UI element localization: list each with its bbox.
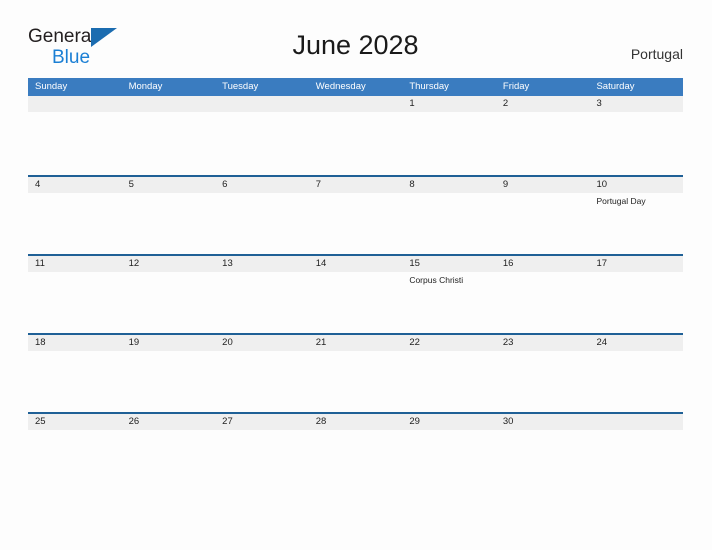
day-band: [495, 177, 590, 193]
day-cell[interactable]: 10 Portugal Day: [589, 177, 684, 254]
day-number: 1: [409, 98, 415, 109]
day-number: 11: [35, 258, 45, 269]
day-band: [402, 177, 496, 193]
day-cell[interactable]: 11: [28, 256, 122, 333]
day-cell[interactable]: [121, 96, 216, 175]
weekday-header-saturday: Saturday: [596, 81, 635, 92]
day-cell[interactable]: 16: [495, 256, 590, 333]
day-number: 13: [222, 258, 233, 269]
day-cell[interactable]: 25: [28, 414, 122, 491]
day-number: 29: [409, 416, 420, 427]
day-cell[interactable]: 24: [589, 335, 684, 412]
day-cell[interactable]: 2: [495, 96, 590, 175]
day-cell[interactable]: 7: [308, 177, 403, 254]
day-cell[interactable]: 19: [121, 335, 216, 412]
calendar-week-row: 25 26 27 28 29 30: [28, 412, 684, 491]
calendar-week-row: 18 19 20 21 22 23 24: [28, 333, 684, 412]
day-cell[interactable]: 14: [308, 256, 403, 333]
day-cell[interactable]: 8: [402, 177, 496, 254]
day-band: [215, 96, 309, 112]
day-cell[interactable]: 18: [28, 335, 122, 412]
weekday-header-tuesday: Tuesday: [222, 81, 259, 92]
day-number: 4: [35, 179, 41, 190]
day-band: [308, 96, 403, 112]
day-cell[interactable]: [589, 414, 684, 491]
day-band: [28, 96, 122, 112]
day-event: Portugal Day: [596, 196, 646, 206]
day-band: [495, 96, 590, 112]
day-cell[interactable]: 4: [28, 177, 122, 254]
day-number: 5: [128, 179, 134, 190]
day-cell[interactable]: 22: [402, 335, 496, 412]
day-number: 24: [596, 337, 608, 348]
day-cell[interactable]: 20: [215, 335, 309, 412]
day-number: 7: [315, 179, 322, 190]
day-band: [308, 177, 403, 193]
day-number: 18: [35, 337, 46, 348]
day-band: [121, 177, 216, 193]
day-band: [589, 414, 684, 430]
day-number: 17: [596, 258, 608, 269]
day-number: 2: [502, 98, 509, 109]
day-cell[interactable]: 23: [495, 335, 590, 412]
day-number: 20: [222, 337, 233, 348]
day-cell[interactable]: 15 Corpus Christi: [402, 256, 496, 333]
calendar-week-row: 11 12 13 14 15 Corpus Christi 16 17: [28, 254, 684, 333]
day-cell[interactable]: 28: [308, 414, 403, 491]
day-number: 16: [502, 258, 514, 269]
calendar-week-row: 4 5 6 7 8 9 10 Portugal Day: [28, 175, 684, 254]
calendar-grid: Sunday Monday Tuesday Wednesday Thursday…: [28, 78, 684, 491]
day-cell[interactable]: 3: [589, 96, 684, 175]
day-number: 14: [315, 258, 327, 269]
day-number: 28: [315, 416, 327, 427]
day-number: 8: [409, 179, 415, 190]
day-number: 15: [409, 258, 420, 269]
day-cell[interactable]: 30: [495, 414, 590, 491]
day-number: 3: [596, 98, 602, 109]
country-label: Portugal: [630, 46, 683, 62]
day-number: 10: [596, 179, 608, 190]
day-cell[interactable]: 21: [308, 335, 403, 412]
day-number: 26: [128, 416, 140, 427]
day-number: 19: [128, 337, 140, 348]
day-band: [589, 96, 684, 112]
day-cell[interactable]: 9: [495, 177, 590, 254]
calendar-week-row: 1 2 3: [28, 96, 684, 175]
day-cell[interactable]: 26: [121, 414, 216, 491]
weekday-header-wednesday: Wednesday: [315, 81, 366, 92]
day-number: 12: [128, 258, 140, 269]
day-cell[interactable]: 5: [121, 177, 216, 254]
day-band: [121, 96, 216, 112]
day-cell[interactable]: 27: [215, 414, 309, 491]
weekday-header-monday: Monday: [128, 81, 163, 92]
day-number: 9: [502, 179, 509, 190]
day-band: [215, 177, 309, 193]
day-band: [28, 177, 122, 193]
day-band: [402, 96, 496, 112]
weekday-header-friday: Friday: [502, 81, 530, 92]
day-number: 27: [222, 416, 233, 427]
day-cell[interactable]: 6: [215, 177, 309, 254]
day-number: 23: [502, 337, 514, 348]
day-cell[interactable]: 1: [402, 96, 496, 175]
day-number: 6: [222, 179, 228, 190]
day-number: 30: [502, 416, 514, 427]
day-cell[interactable]: [308, 96, 403, 175]
day-cell[interactable]: 17: [589, 256, 684, 333]
day-number: 22: [409, 337, 420, 348]
day-cell[interactable]: 12: [121, 256, 216, 333]
page-header: General Blue June 2028 Portugal: [28, 26, 683, 72]
day-cell[interactable]: [215, 96, 309, 175]
calendar-page: General Blue June 2028 Portugal Sunday M…: [0, 0, 712, 550]
day-cell[interactable]: [28, 96, 122, 175]
day-cell[interactable]: 29: [402, 414, 496, 491]
weekday-header-row: Sunday Monday Tuesday Wednesday Thursday…: [28, 78, 683, 96]
weekday-header-sunday: Sunday: [35, 81, 68, 92]
page-title: June 2028: [292, 30, 419, 60]
day-number: 21: [315, 337, 327, 348]
day-number: 25: [35, 416, 46, 427]
day-cell[interactable]: 13: [215, 256, 309, 333]
day-event: Corpus Christi: [409, 275, 464, 285]
weekday-header-thursday: Thursday: [409, 81, 449, 92]
